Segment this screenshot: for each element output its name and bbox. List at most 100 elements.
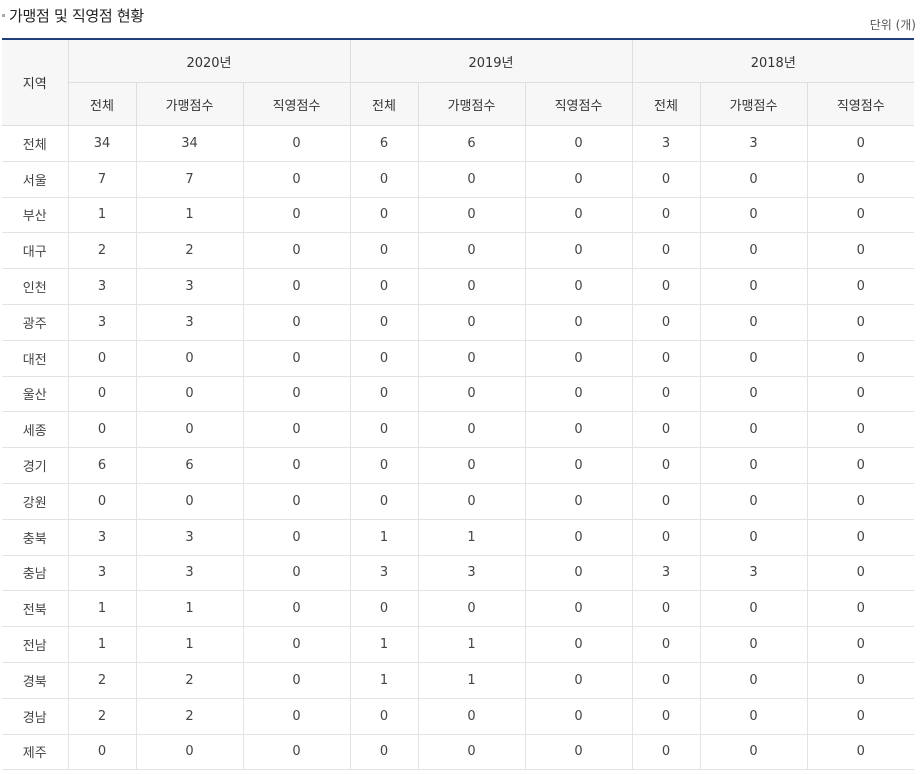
value-cell: 0 bbox=[242, 626, 350, 663]
table-row: 제주 0 0 0 0 0 0 0 0 0 bbox=[2, 734, 915, 771]
value-cell: 0 bbox=[631, 340, 700, 377]
value-cell: 6 bbox=[417, 125, 525, 162]
value-cell: 0 bbox=[349, 483, 418, 520]
region-cell: 울산 bbox=[2, 376, 68, 413]
value-cell: 3 bbox=[67, 519, 136, 556]
value-cell: 0 bbox=[699, 590, 807, 628]
value-cell: 3 bbox=[67, 268, 136, 305]
value-cell: 0 bbox=[631, 304, 700, 341]
value-cell: 0 bbox=[806, 734, 915, 771]
value-cell: 0 bbox=[699, 662, 807, 699]
region-cell: 경기 bbox=[2, 447, 68, 484]
value-cell: 3 bbox=[135, 555, 243, 592]
value-cell: 3 bbox=[631, 125, 700, 162]
value-cell: 0 bbox=[349, 590, 418, 628]
value-cell: 0 bbox=[699, 304, 807, 341]
table-row: 강원 0 0 0 0 0 0 0 0 0 bbox=[2, 483, 915, 520]
value-cell: 0 bbox=[524, 626, 632, 663]
column-header-franchise-count: 가맹점수 bbox=[417, 82, 525, 126]
value-cell: 0 bbox=[524, 519, 632, 556]
table-body: 전체 34 34 0 6 6 0 3 3 0 서울 7 7 0 0 0 0 0 0 0 부산 1 1 0 0 0 0 0 0 0 대구 2 2 0… bbox=[2, 125, 915, 771]
value-cell: 3 bbox=[349, 555, 418, 592]
page-title: 가맹점 및 직영점 현황 bbox=[9, 7, 144, 25]
value-cell: 0 bbox=[417, 698, 525, 735]
value-cell: 1 bbox=[349, 519, 418, 556]
column-header-total: 전체 bbox=[67, 82, 136, 126]
table-row: 대구 2 2 0 0 0 0 0 0 0 bbox=[2, 232, 915, 270]
value-cell: 3 bbox=[67, 555, 136, 592]
value-cell: 0 bbox=[524, 268, 632, 305]
value-cell: 0 bbox=[242, 590, 350, 628]
region-cell: 대전 bbox=[2, 340, 68, 377]
value-cell: 0 bbox=[699, 698, 807, 735]
value-cell: 3 bbox=[699, 125, 807, 162]
value-cell: 0 bbox=[349, 304, 418, 341]
value-cell: 0 bbox=[417, 590, 525, 628]
value-cell: 0 bbox=[242, 125, 350, 162]
value-cell: 0 bbox=[135, 340, 243, 377]
column-header-year-2019: 2019년 bbox=[349, 38, 632, 83]
value-cell: 0 bbox=[699, 232, 807, 270]
region-cell: 인천 bbox=[2, 268, 68, 305]
header-row-years: 지역 2020년 2019년 2018년 bbox=[2, 38, 915, 126]
value-cell: 1 bbox=[67, 197, 136, 234]
value-cell: 0 bbox=[699, 519, 807, 556]
column-header-year-2018: 2018년 bbox=[631, 38, 915, 83]
table-row: 경기 6 6 0 0 0 0 0 0 0 bbox=[2, 447, 915, 484]
value-cell: 0 bbox=[242, 161, 350, 198]
table-row: 충북 3 3 0 1 1 0 0 0 0 bbox=[2, 519, 915, 556]
value-cell: 0 bbox=[135, 411, 243, 449]
column-header-direct-count: 직영점수 bbox=[524, 82, 632, 126]
value-cell: 1 bbox=[135, 626, 243, 663]
value-cell: 0 bbox=[806, 698, 915, 735]
value-cell: 0 bbox=[806, 662, 915, 699]
value-cell: 0 bbox=[417, 268, 525, 305]
value-cell: 0 bbox=[524, 662, 632, 699]
table-row: 경남 2 2 0 0 0 0 0 0 0 bbox=[2, 698, 915, 735]
value-cell: 0 bbox=[242, 268, 350, 305]
value-cell: 0 bbox=[631, 590, 700, 628]
value-cell: 0 bbox=[67, 734, 136, 771]
table-row: 부산 1 1 0 0 0 0 0 0 0 bbox=[2, 197, 915, 234]
value-cell: 0 bbox=[417, 483, 525, 520]
table-row: 대전 0 0 0 0 0 0 0 0 0 bbox=[2, 340, 915, 377]
value-cell: 0 bbox=[806, 125, 915, 162]
value-cell: 0 bbox=[242, 698, 350, 735]
region-cell: 광주 bbox=[2, 304, 68, 341]
value-cell: 0 bbox=[524, 590, 632, 628]
region-cell: 전남 bbox=[2, 626, 68, 663]
value-cell: 2 bbox=[135, 232, 243, 270]
value-cell: 0 bbox=[631, 483, 700, 520]
value-cell: 0 bbox=[524, 376, 632, 413]
value-cell: 0 bbox=[67, 376, 136, 413]
value-cell: 0 bbox=[631, 662, 700, 699]
value-cell: 3 bbox=[417, 555, 525, 592]
value-cell: 0 bbox=[699, 447, 807, 484]
value-cell: 0 bbox=[699, 734, 807, 771]
value-cell: 0 bbox=[242, 519, 350, 556]
value-cell: 1 bbox=[417, 626, 525, 663]
value-cell: 0 bbox=[242, 376, 350, 413]
value-cell: 0 bbox=[242, 734, 350, 771]
value-cell: 0 bbox=[699, 411, 807, 449]
value-cell: 0 bbox=[806, 232, 915, 270]
value-cell: 0 bbox=[349, 376, 418, 413]
value-cell: 0 bbox=[699, 197, 807, 234]
value-cell: 0 bbox=[417, 197, 525, 234]
column-header-franchise-count: 가맹점수 bbox=[699, 82, 807, 126]
table-row: 울산 0 0 0 0 0 0 0 0 0 bbox=[2, 376, 915, 413]
value-cell: 0 bbox=[806, 197, 915, 234]
stores-table: 지역 2020년 2019년 2018년 전체 가맹점수 직영점수 전체 가맹점… bbox=[2, 38, 915, 771]
column-header-direct-count: 직영점수 bbox=[806, 82, 915, 126]
value-cell: 0 bbox=[349, 197, 418, 234]
value-cell: 6 bbox=[67, 447, 136, 484]
region-cell: 전체 bbox=[2, 125, 68, 162]
value-cell: 3 bbox=[699, 555, 807, 592]
column-header-franchise-count: 가맹점수 bbox=[135, 82, 243, 126]
table-row: 전북 1 1 0 0 0 0 0 0 0 bbox=[2, 590, 915, 628]
value-cell: 2 bbox=[67, 698, 136, 735]
value-cell: 0 bbox=[631, 626, 700, 663]
value-cell: 1 bbox=[349, 626, 418, 663]
value-cell: 0 bbox=[806, 411, 915, 449]
value-cell: 0 bbox=[417, 376, 525, 413]
